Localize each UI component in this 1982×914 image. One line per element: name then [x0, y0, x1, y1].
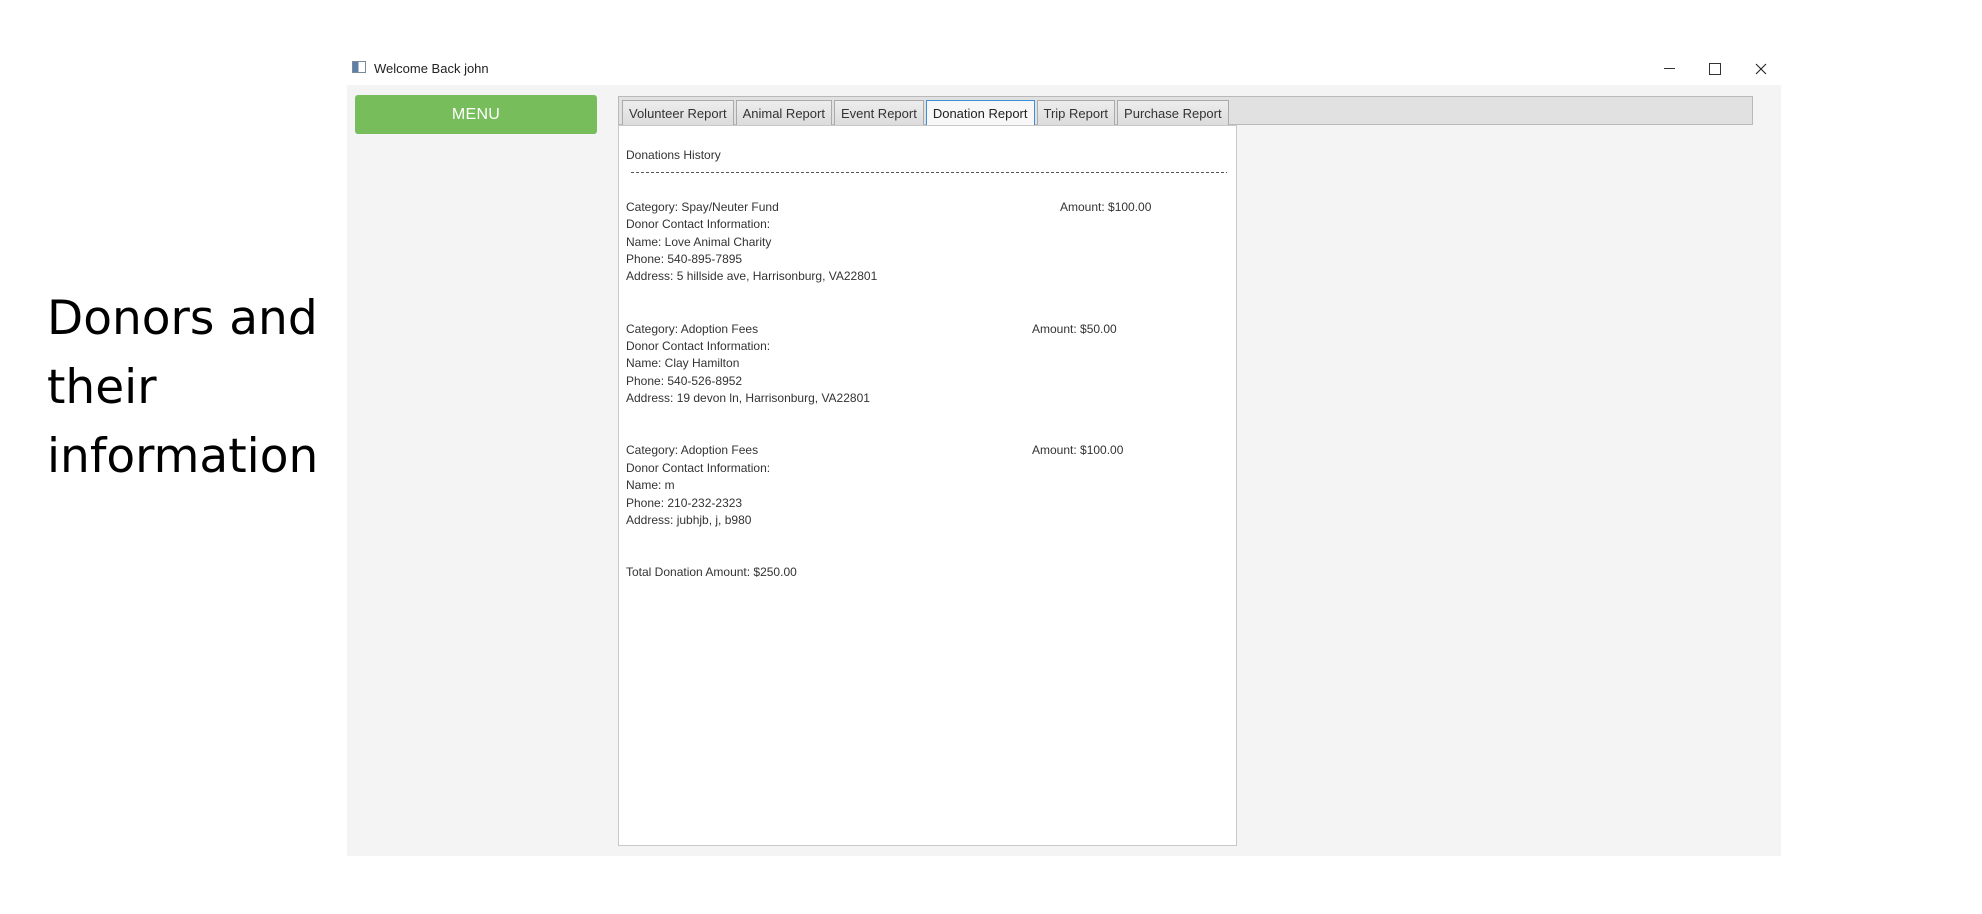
minimize-button[interactable] [1646, 52, 1692, 85]
tab-trip-report[interactable]: Trip Report [1036, 100, 1116, 125]
title-bar[interactable]: Welcome Back john [347, 52, 1781, 85]
donor-name: Name: Love Animal Charity [626, 234, 772, 249]
tab-event-report[interactable]: Event Report [833, 100, 924, 125]
menu-button[interactable]: MENU [355, 95, 597, 134]
donation-amount: Amount: $100.00 [1032, 443, 1124, 458]
slide-caption: Donors and their information [47, 291, 319, 484]
maximize-button[interactable] [1692, 52, 1738, 85]
app-icon [352, 61, 366, 73]
window-title: Welcome Back john [374, 61, 489, 76]
tab-volunteer-report[interactable]: Volunteer Report [622, 100, 734, 125]
tab-animal-report[interactable]: Animal Report [735, 100, 832, 125]
donation-entry: Category: Adoption Fees Amount: $100.00 … [626, 442, 1227, 529]
donor-name: Name: Clay Hamilton [626, 356, 740, 371]
donor-contact-label: Donor Contact Information: [626, 339, 771, 354]
minimize-icon [1663, 68, 1675, 69]
total-donation-amount: Total Donation Amount: $250.00 [626, 565, 797, 580]
donation-category: Category: Adoption Fees [626, 443, 759, 458]
donor-phone: Phone: 540-526-8952 [626, 373, 743, 388]
report-heading: Donations History [626, 148, 721, 162]
close-button[interactable] [1738, 52, 1784, 85]
donor-address: Address: jubhjb, j, b980 [626, 513, 752, 528]
tab-purchase-report[interactable]: Purchase Report [1117, 100, 1229, 125]
donor-contact-label: Donor Contact Information: [626, 217, 771, 232]
donor-address: Address: 5 hillside ave, Harrisonburg, V… [626, 269, 878, 284]
donation-report-text-area[interactable]: Donations History Category: Spay/Neuter … [618, 125, 1237, 846]
tab-donation-report[interactable]: Donation Report [925, 100, 1035, 125]
maximize-icon [1709, 62, 1721, 75]
close-icon [1755, 63, 1767, 74]
donation-entry: Category: Spay/Neuter Fund Amount: $100.… [626, 199, 1227, 286]
donor-name: Name: m [626, 478, 675, 493]
donor-address: Address: 19 devon ln, Harrisonburg, VA22… [626, 391, 870, 406]
donor-phone: Phone: 540-895-7895 [626, 252, 743, 267]
report-tab-bar: Volunteer Report Animal Report Event Rep… [618, 96, 1753, 125]
donor-phone: Phone: 210-232-2323 [626, 495, 743, 510]
donation-amount: Amount: $50.00 [1032, 321, 1117, 336]
donor-contact-label: Donor Contact Information: [626, 460, 771, 475]
donation-report-content: Donations History Category: Spay/Neuter … [626, 147, 1227, 582]
app-window: Welcome Back john MENU Volunteer Report … [347, 52, 1781, 856]
separator-line [631, 164, 1227, 182]
donation-category: Category: Adoption Fees [626, 321, 759, 336]
donation-amount: Amount: $100.00 [1060, 199, 1152, 214]
report-tabs: Volunteer Report Animal Report Event Rep… [622, 100, 1229, 125]
donation-entry: Category: Adoption Fees Amount: $50.00 D… [626, 321, 1227, 408]
